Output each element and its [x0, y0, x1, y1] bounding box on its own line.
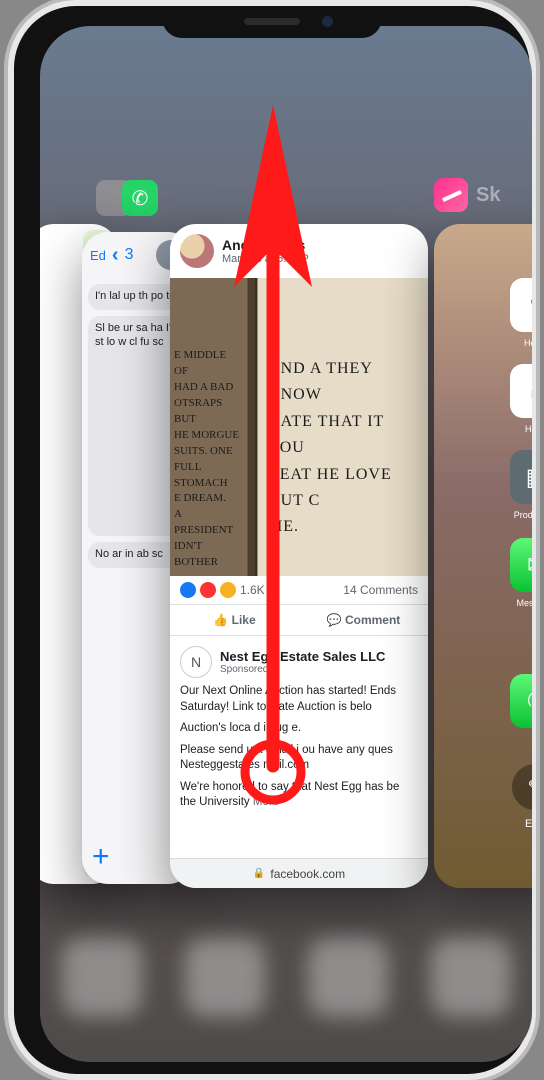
messages-back-count[interactable]: 3	[125, 246, 134, 264]
book-left-page-text: E MIDDLE OF HAD A BAD OTSRAPS BUT HE MOR…	[174, 348, 241, 571]
sponsor-subtitle: Sponsored ·	[220, 664, 385, 675]
comment-button[interactable]: 💬 Comment	[299, 605, 428, 636]
post-action-bar: 👍 Like 💬 Comment	[170, 605, 428, 636]
sponsor-text: Our Next Online Auction has started! End…	[180, 684, 418, 715]
app-card-safari[interactable]: Safari Andrea Gibs March 8 at 5:16 P E M…	[170, 224, 428, 888]
post-author-avatar[interactable]	[180, 234, 214, 268]
productivity-label: Productivity	[508, 510, 532, 520]
post-image-book[interactable]: E MIDDLE OF HAD A BAD OTSRAPS BUT HE MOR…	[170, 278, 428, 576]
sponsor-title[interactable]: Nest Egg Estate Sales LLC	[220, 649, 385, 664]
sponsor-text: Please send u a email i ou have any ques…	[180, 743, 418, 774]
messages-edit[interactable]: Ed	[90, 248, 106, 263]
sponsor-logo: N	[180, 646, 212, 678]
iphone-frame: ✆ Ed ‹ 3 I'n lal up th po to Sl be ur sa…	[14, 6, 530, 1074]
messages-app-icon[interactable]: ✉	[510, 538, 532, 592]
post-author-name[interactable]: Andrea Gibs	[222, 237, 309, 253]
phone-app-icon[interactable]: ✆ 53	[510, 674, 532, 728]
back-chevron-icon[interactable]: ‹	[112, 244, 119, 267]
reaction-count: 1.6K	[240, 583, 265, 597]
health-app-icon[interactable]: ♥	[510, 278, 532, 332]
front-camera	[322, 16, 333, 27]
health-app-label: Health	[508, 338, 532, 348]
app-card-homescreen[interactable]: 8:50 ♥ Health ⌂ Home ▦ Productivity ✉ Me…	[434, 224, 532, 888]
skitch-app-label: Sk	[434, 178, 500, 212]
sponsor-text: Auction's loca d in ug e.	[180, 721, 418, 737]
safari-url-bar[interactable]: 🔒 facebook.com	[170, 858, 428, 888]
pencil-icon: ✎	[527, 777, 532, 798]
whatsapp-icon: ✆	[122, 180, 158, 216]
home-app-label: Home	[508, 424, 532, 434]
like-button[interactable]: 👍 Like	[170, 605, 299, 636]
compose-plus-icon[interactable]: +	[92, 840, 110, 874]
see-more-link[interactable]: More	[253, 796, 279, 808]
messages-app-label: Messages	[508, 598, 532, 608]
reaction-wow-icon	[220, 582, 236, 598]
post-reactions-bar[interactable]: 1.6K 14 Comments	[170, 576, 428, 605]
skitch-icon	[434, 178, 468, 212]
thumb-up-icon: 👍	[213, 613, 231, 627]
book-right-page-text: AND A THEY KNOW HATE THAT IT COU BEAT HE…	[268, 356, 422, 541]
url-host: facebook.com	[270, 867, 345, 881]
comment-icon: 💬	[327, 613, 345, 627]
comments-count[interactable]: 14 Comments	[343, 583, 418, 597]
sponsor-text: We're honored to say that Nest Egg has b…	[180, 780, 418, 811]
sponsored-post[interactable]: N Nest Egg Estate Sales LLC Sponsored · …	[170, 636, 428, 811]
productivity-folder-icon[interactable]: ▦	[510, 450, 532, 504]
iphone-screen: ✆ Ed ‹ 3 I'n lal up th po to Sl be ur sa…	[40, 26, 532, 1062]
reaction-love-icon	[200, 582, 216, 598]
whatsapp-app-icon-cluster: ✆	[96, 180, 158, 216]
reaction-like-icon	[180, 582, 196, 598]
widgets-edit-label: EDIT	[525, 818, 532, 830]
iphone-notch	[162, 6, 382, 38]
widgets-edit-button[interactable]: ✎	[512, 764, 532, 810]
home-app-icon[interactable]: ⌂	[510, 364, 532, 418]
speaker-grille	[244, 18, 300, 25]
post-timestamp: March 8 at 5:16 P	[222, 253, 309, 265]
lock-icon: 🔒	[253, 868, 265, 879]
blurred-home-dock	[40, 892, 532, 1062]
fb-post-header: Andrea Gibs March 8 at 5:16 P	[170, 224, 428, 272]
